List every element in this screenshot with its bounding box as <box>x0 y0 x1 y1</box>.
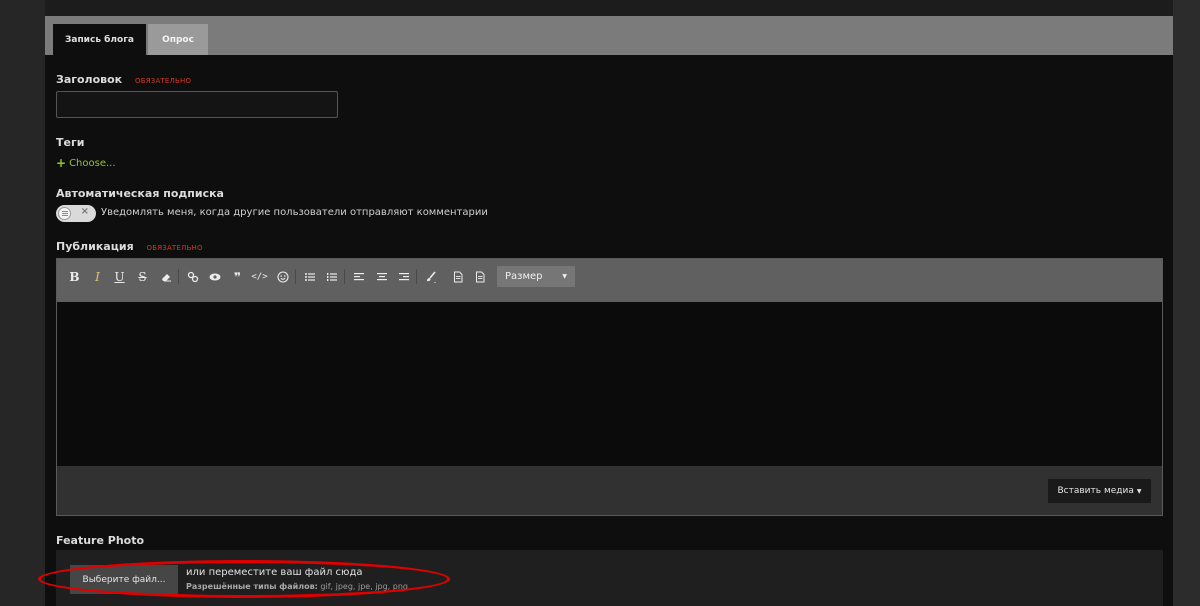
blog-post-form: Запись блога Опрос Заголовок ОБЯЗАТЕЛЬНО… <box>45 0 1173 606</box>
toolbar-divider <box>344 269 345 284</box>
font-size-select-label: Размер <box>505 271 543 282</box>
auto-subscribe-label: Автоматическая подписка <box>56 187 224 200</box>
chevron-down-icon: ▼ <box>562 273 567 280</box>
editor-footer: Вставить медиа ▼ <box>57 466 1162 515</box>
quote-icon[interactable]: ❞ <box>228 267 247 286</box>
drop-file-text: или переместите ваш файл сюда <box>186 567 363 578</box>
document-icon[interactable] <box>470 267 489 286</box>
rich-text-editor: B I U S ❞ </> Размер ▼ Вставить медиа ▼ <box>56 258 1163 516</box>
preview-icon[interactable] <box>205 267 224 286</box>
chevron-down-icon: ▼ <box>1136 487 1142 495</box>
feature-photo-dropzone[interactable]: Выберите файл... или переместите ваш фай… <box>56 550 1163 606</box>
title-required-badge: ОБЯЗАТЕЛЬНО <box>134 77 192 85</box>
font-size-select[interactable]: Размер ▼ <box>497 266 575 287</box>
eraser-icon[interactable] <box>156 267 175 286</box>
allowed-types-value: gif, jpeg, jpe, jpg, png <box>320 582 408 591</box>
allowed-types-label: Разрешённые типы файлов: <box>186 582 318 591</box>
align-left-icon[interactable] <box>349 267 368 286</box>
title-label-text: Заголовок <box>56 73 123 86</box>
underline-button[interactable]: U <box>110 267 129 286</box>
editor-text-area[interactable] <box>57 302 1162 466</box>
feature-photo-label: Feature Photo <box>56 534 145 547</box>
plus-icon: + <box>56 156 67 170</box>
italic-button[interactable]: I <box>88 267 107 286</box>
choose-file-button[interactable]: Выберите файл... <box>70 565 178 594</box>
publication-required-badge: ОБЯЗАТЕЛЬНО <box>146 244 203 252</box>
tab-blog-entry[interactable]: Запись блога <box>53 24 146 55</box>
numbered-list-icon[interactable] <box>322 267 341 286</box>
toolbar-divider <box>295 269 296 284</box>
strikethrough-button[interactable]: S <box>133 267 152 286</box>
editor-toolbar: B I U S ❞ </> Размер ▼ <box>57 259 1162 302</box>
publication-label-text: Публикация <box>56 240 134 253</box>
allowed-file-types: Разрешённые типы файлов: gif, jpeg, jpe,… <box>186 582 408 591</box>
brush-icon[interactable] <box>421 267 440 286</box>
toggle-knob-icon <box>58 207 71 220</box>
emoji-icon[interactable] <box>273 267 292 286</box>
link-icon[interactable] <box>183 267 202 286</box>
document-icon[interactable] <box>448 267 467 286</box>
title-input[interactable] <box>56 91 338 118</box>
bold-button[interactable]: B <box>65 267 84 286</box>
toggle-off-icon: × <box>80 206 89 217</box>
auto-subscribe-toggle[interactable]: × <box>56 205 96 222</box>
background-left <box>0 0 45 606</box>
align-center-icon[interactable] <box>372 267 391 286</box>
align-right-icon[interactable] <box>394 267 413 286</box>
tags-label: Теги <box>56 136 85 149</box>
auto-subscribe-text: Уведомлять меня, когда другие пользовате… <box>101 207 488 218</box>
tab-bar: Запись блога Опрос <box>45 16 1173 55</box>
insert-media-button[interactable]: Вставить медиа ▼ <box>1048 479 1151 503</box>
publication-label: Публикация ОБЯЗАТЕЛЬНО <box>56 240 203 253</box>
toolbar-divider <box>416 269 417 284</box>
toolbar-divider <box>178 269 179 284</box>
title-label: Заголовок ОБЯЗАТЕЛЬНО <box>56 73 191 86</box>
tab-poll[interactable]: Опрос <box>148 24 208 55</box>
tags-choose-link[interactable]: + Choose... <box>56 156 116 170</box>
bulleted-list-icon[interactable] <box>300 267 319 286</box>
tags-choose-text: Choose... <box>69 157 116 169</box>
code-icon[interactable]: </> <box>250 267 269 286</box>
top-strip <box>45 0 1173 16</box>
insert-media-label: Вставить медиа <box>1057 486 1134 496</box>
